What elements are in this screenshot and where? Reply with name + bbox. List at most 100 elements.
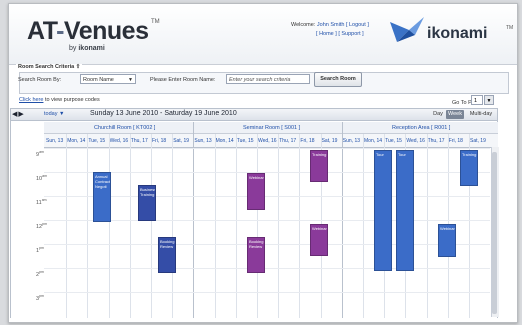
day-header[interactable]: Sun, 13 (46, 138, 63, 144)
search-room-button[interactable]: Search Room (314, 72, 362, 87)
ikonami-bird-logo-icon (390, 17, 424, 42)
logo-dash: - (56, 17, 64, 45)
subtitle-brand: ikonami (78, 45, 105, 52)
search-legend-text: Room Search Criteria (18, 64, 75, 70)
time-label: 3pm (36, 294, 44, 302)
day-header[interactable]: Mon, 14 (67, 138, 85, 144)
support-link[interactable]: Support (341, 31, 360, 37)
calendar-toolbar (10, 108, 498, 121)
event-label: Annual Contract Negoti (95, 174, 111, 189)
day-header[interactable]: Sat, 19 (173, 138, 189, 144)
calendar-event[interactable]: Tour (396, 150, 414, 271)
hour-line (44, 292, 490, 293)
day-column-line (278, 134, 280, 318)
day-column-line (214, 134, 216, 318)
calendar-event[interactable]: Training (460, 150, 478, 186)
event-label: Training (462, 152, 477, 157)
day-header[interactable]: Mon, 14 (216, 138, 234, 144)
calendar-event[interactable]: Webinar (438, 224, 456, 257)
calendar-event[interactable]: Business Training (138, 185, 156, 221)
day-header[interactable]: Sat, 19 (470, 138, 486, 144)
day-header[interactable]: Wed, 16 (258, 138, 277, 144)
collapse-icon[interactable]: ⇧ (76, 64, 81, 70)
day-header[interactable]: Wed, 16 (406, 138, 425, 144)
brand-name: ikonami (427, 25, 488, 42)
time-suffix: pm (42, 222, 47, 226)
day-header[interactable]: Thu, 17 (279, 138, 296, 144)
day-header[interactable]: Fri, 18 (449, 138, 463, 144)
hour-line (44, 148, 490, 149)
logo-subtitle: by ikonami (69, 45, 105, 52)
logo-tm: TM (151, 19, 160, 25)
event-label: Tour (376, 152, 384, 157)
day-column-line (66, 134, 68, 318)
room-name-input[interactable]: Enter your search criteria (226, 74, 310, 84)
event-label: Webinar (312, 226, 327, 231)
day-header[interactable]: Thu, 17 (428, 138, 445, 144)
calendar-event[interactable]: Training (310, 150, 328, 182)
welcome-label: Welcome: (291, 22, 316, 28)
subtitle-by: by (69, 45, 77, 52)
calendar-event[interactable]: Webinar (310, 224, 328, 256)
time-suffix: am (39, 150, 44, 154)
day-header[interactable]: Mon, 14 (364, 138, 382, 144)
next-week-icon[interactable]: ▶ (18, 111, 24, 118)
day-header[interactable]: Tue, 15 (88, 138, 105, 144)
event-label: Webinar (249, 175, 264, 180)
room-header-reception[interactable]: Reception Area [ R001 ] (392, 125, 450, 131)
day-header[interactable]: Sat, 19 (322, 138, 338, 144)
view-multiday-button[interactable]: Multi-day (467, 110, 495, 119)
event-label: Booking Review (160, 239, 175, 249)
event-label: Training (312, 152, 327, 157)
room-header-churchill[interactable]: Churchill Room [ KT002 ] (94, 125, 155, 131)
calendar-dropdown-icon: ▼ (59, 111, 65, 117)
day-header[interactable]: Thu, 17 (131, 138, 148, 144)
day-column-line (257, 134, 258, 318)
time-label: 1pm (36, 246, 44, 254)
day-header[interactable]: Fri, 18 (300, 138, 314, 144)
day-column-line (299, 134, 301, 318)
goto-page-dropdown-icon[interactable]: ▼ (484, 95, 494, 105)
calendar-event[interactable]: Webinar (247, 173, 265, 210)
goto-page-input[interactable]: 1 (471, 95, 483, 105)
day-column-line (235, 134, 237, 318)
user-name-link[interactable]: John Smith (317, 22, 345, 28)
home-link[interactable]: Home (319, 31, 334, 37)
logo-venues: Venues (63, 17, 149, 45)
time-label: 12pm (36, 222, 47, 230)
calendar-event[interactable]: Tour (374, 150, 392, 271)
calendar-event[interactable]: Booking Review (158, 237, 176, 273)
header-links: [ Home ] [ Support ] (316, 31, 364, 37)
chevron-down-icon: ▼ (128, 77, 133, 83)
purpose-codes-line: Click here to view purpose codes (19, 97, 100, 103)
day-column-line (151, 134, 152, 318)
view-week-button[interactable]: Week (446, 110, 464, 119)
day-header[interactable]: Tue, 15 (237, 138, 254, 144)
hour-line (44, 268, 490, 269)
day-header[interactable]: Wed, 16 (110, 138, 129, 144)
calendar-event[interactable]: Booking Review (247, 237, 265, 273)
calendar-event[interactable]: Annual Contract Negoti (93, 172, 111, 222)
date-range-title: Sunday 13 June 2010 - Saturday 19 June 2… (90, 110, 237, 117)
day-column-line (87, 134, 89, 318)
scrollbar-thumb[interactable] (492, 152, 497, 314)
event-label: Business Training (140, 187, 156, 197)
today-button[interactable]: today ▼ (44, 111, 64, 117)
day-header[interactable]: Tue, 15 (385, 138, 402, 144)
view-day-button[interactable]: Day (431, 110, 445, 119)
purpose-codes-link[interactable]: Click here (19, 97, 43, 103)
day-header[interactable]: Fri, 18 (152, 138, 166, 144)
nav-arrows: ◀▶ (12, 110, 25, 118)
purpose-codes-text: to view purpose codes (44, 97, 100, 103)
logout-link[interactable]: Logout (349, 22, 366, 28)
hour-line (44, 244, 490, 245)
room-header-seminar[interactable]: Seminar Room [ S001 ] (243, 125, 300, 131)
day-header[interactable]: Sun, 13 (343, 138, 360, 144)
time-suffix: pm (39, 294, 44, 298)
search-by-select[interactable]: Room Name ▼ (80, 74, 136, 84)
time-suffix: pm (39, 270, 44, 274)
day-column-line (172, 134, 174, 318)
search-criteria-legend[interactable]: Room Search Criteria ⇧ (16, 64, 83, 70)
day-header[interactable]: Sun, 13 (194, 138, 211, 144)
time-label: 9am (36, 150, 44, 158)
